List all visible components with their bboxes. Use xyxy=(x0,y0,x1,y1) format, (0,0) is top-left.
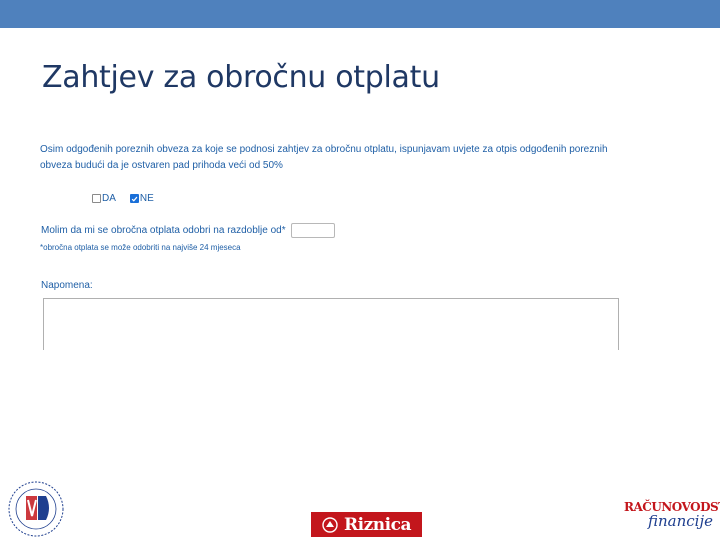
slide-title: Zahtjev za obročnu otplatu xyxy=(42,60,440,95)
checkmark-icon xyxy=(131,196,138,202)
option-da[interactable]: DA xyxy=(92,193,116,204)
period-row: Molim da mi se obročna otplata odobri na… xyxy=(41,223,335,238)
riznica-logo-text: Riznica xyxy=(344,514,411,535)
option-ne-label: NE xyxy=(139,193,154,204)
slide-top-bar xyxy=(0,0,720,28)
option-da-label: DA xyxy=(102,193,116,204)
option-ne[interactable]: NE xyxy=(129,193,154,204)
period-input[interactable] xyxy=(290,223,335,238)
napomena-label: Napomena: xyxy=(41,280,93,291)
seal-logo-graphic xyxy=(8,481,64,537)
napomena-textarea[interactable] xyxy=(43,298,619,350)
period-label: Molim da mi se obročna otplata odobri na… xyxy=(41,225,286,236)
riznica-logo: Riznica xyxy=(311,512,422,537)
racunovodstvo-logo: RAČUNOVODSTVO financije xyxy=(624,500,720,540)
intro-text: Osim odgođenih poreznih obveza za koje s… xyxy=(40,144,608,171)
yes-no-choices: DA NE xyxy=(40,193,154,204)
checkbox-ne[interactable] xyxy=(129,194,139,203)
racunovodstvo-logo-bottom: financije xyxy=(648,512,713,530)
period-note: *obročna otplata se može odobriti na naj… xyxy=(40,243,241,252)
seal-logo xyxy=(2,476,70,538)
checkbox-da[interactable] xyxy=(92,194,101,203)
riznica-emblem-icon xyxy=(322,516,338,533)
form-area: Osim odgođenih poreznih obveza za koje s… xyxy=(40,142,640,174)
